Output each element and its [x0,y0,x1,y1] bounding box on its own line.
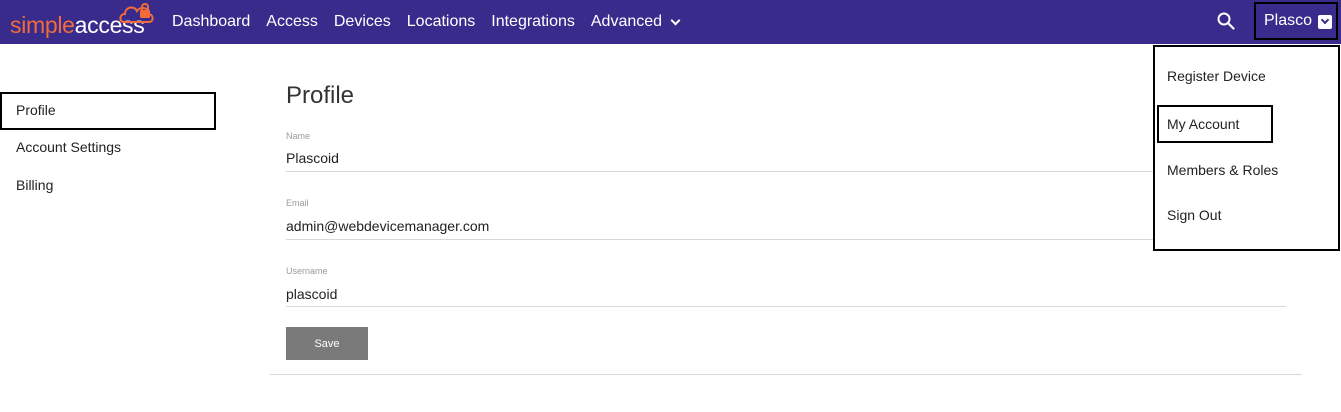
page-title: Profile [286,82,355,109]
username-field[interactable]: plascoid [286,286,337,302]
email-field[interactable]: admin@webdevicemanager.com [286,218,489,234]
nav-advanced-label: Advanced [590,13,663,30]
name-field[interactable]: Plascoid [286,150,339,166]
sidebar-item-profile-label[interactable]: Profile [16,102,56,118]
user-dropdown-menu: Register Device My Account Members & Rol… [1153,45,1340,251]
email-field-underline [286,239,1286,240]
menu-item-members-roles[interactable]: Members & Roles [1167,162,1278,178]
save-button[interactable]: Save [286,327,368,360]
user-name: Plasco [1264,12,1313,29]
chevron-down-icon [1318,15,1332,29]
nav-advanced[interactable]: Advanced [590,13,681,31]
menu-item-sign-out[interactable]: Sign Out [1167,207,1221,223]
nav-dashboard[interactable]: Dashboard [172,13,250,31]
top-navbar: simpleaccess Dashboard Access Devices Lo… [0,0,1341,44]
logo-simple: simple [10,12,75,38]
sidebar-item-billing[interactable]: Billing [16,177,53,193]
user-menu-button[interactable]: Plasco [1254,2,1338,40]
nav-access[interactable]: Access [266,13,318,31]
nav-locations[interactable]: Locations [407,13,476,31]
form-divider [270,374,1302,375]
username-label: Username [286,266,328,276]
menu-item-register-device[interactable]: Register Device [1167,68,1266,84]
nav-devices[interactable]: Devices [334,13,391,31]
sidebar-item-account-settings[interactable]: Account Settings [16,139,121,155]
username-field-underline [286,306,1286,307]
brand-logo[interactable]: simpleaccess [10,3,154,40]
cloud-lock-icon [119,3,154,23]
main-nav: Dashboard Access Devices Locations Integ… [172,0,695,44]
search-icon[interactable] [1217,12,1235,30]
name-label: Name [286,131,311,141]
name-field-underline [286,171,1286,172]
menu-item-my-account-label[interactable]: My Account [1167,116,1239,132]
email-label: Email [286,198,309,208]
nav-integrations[interactable]: Integrations [491,13,575,31]
chevron-down-icon [670,15,681,25]
